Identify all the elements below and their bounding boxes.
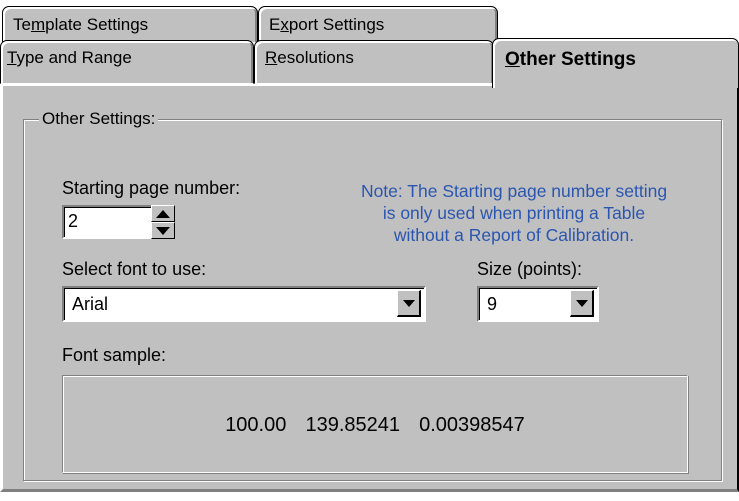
- tab-label-accel: m: [30, 15, 46, 34]
- tab-label-post: plate Settings: [45, 15, 149, 34]
- tab-other-settings[interactable]: Other Settings: [492, 38, 739, 88]
- size-dropdown-button[interactable]: [570, 290, 594, 317]
- font-select-value: Arial: [72, 294, 109, 314]
- chevron-down-icon: [575, 299, 588, 307]
- tab-resolutions[interactable]: Resolutions: [254, 40, 494, 84]
- tab-label-accel: x: [280, 15, 289, 34]
- tab-label-post: ype and Range: [16, 48, 132, 67]
- spin-down-button[interactable]: [151, 222, 175, 239]
- tab-template-settings[interactable]: Template Settings: [2, 6, 258, 42]
- note-line: Note: The Starting page number setting: [360, 181, 668, 201]
- font-select-label: Select font to use:: [62, 259, 207, 279]
- tab-label-pre: Te: [13, 15, 31, 34]
- starting-page-spinner[interactable]: [151, 205, 175, 239]
- tab-type-and-range[interactable]: Type and Range: [0, 40, 254, 84]
- size-select[interactable]: 9: [477, 286, 599, 322]
- size-select-label: Size (points):: [477, 259, 583, 279]
- tab-label-accel: R: [265, 48, 278, 67]
- font-sample-text: 100.00 139.85241 0.00398547: [225, 414, 525, 436]
- size-select-value: 9: [487, 294, 498, 314]
- font-select[interactable]: Arial: [62, 286, 426, 322]
- tab-label-post: ther Settings: [519, 49, 636, 70]
- note-line: is only used when printing a Table: [382, 203, 646, 223]
- note-line: without a Report of Calibration.: [393, 225, 635, 245]
- font-sample-label: Font sample:: [62, 345, 167, 365]
- spin-up-button[interactable]: [151, 205, 175, 222]
- chevron-down-icon: [402, 299, 415, 307]
- tab-label-accel: O: [505, 49, 520, 70]
- other-settings-page: Other Settings: Starting page number: 2 …: [0, 84, 739, 492]
- font-sample-box: 100.00 139.85241 0.00398547: [62, 375, 688, 473]
- starting-page-note: Note: The Starting page number setting i…: [314, 180, 714, 246]
- triangle-down-icon: [156, 226, 170, 235]
- starting-page-label: Starting page number:: [62, 178, 241, 198]
- font-dropdown-button[interactable]: [397, 290, 421, 317]
- other-settings-group: Other Settings: Starting page number: 2 …: [23, 108, 722, 481]
- tab-export-settings[interactable]: Export Settings: [258, 6, 498, 42]
- tab-label-pre: E: [269, 15, 281, 34]
- starting-page-value: 2: [68, 211, 79, 231]
- tab-label-post: esolutions: [277, 48, 354, 67]
- starting-page-input[interactable]: 2: [62, 205, 154, 239]
- tab-label-post: port Settings: [288, 15, 385, 34]
- triangle-up-icon: [156, 209, 170, 218]
- group-title: Other Settings:: [39, 108, 159, 130]
